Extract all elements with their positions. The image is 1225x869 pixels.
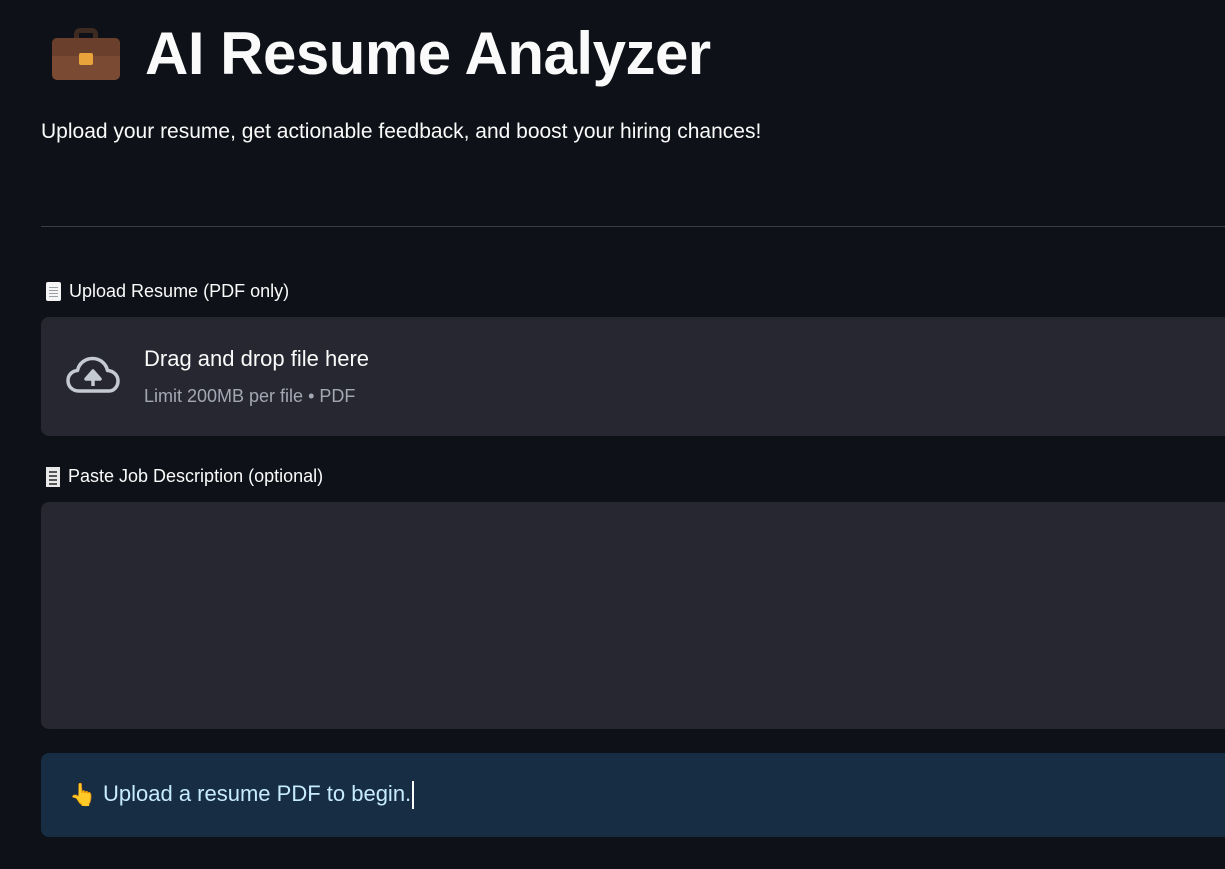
page-title: AI Resume Analyzer [145,20,711,87]
job-description-input[interactable] [41,502,1225,729]
page-icon [46,282,61,301]
job-description-label-text: Paste Job Description (optional) [68,466,324,486]
job-description-label: Paste Job Description (optional) [46,466,323,487]
info-alert: 👆 Upload a resume PDF to begin. [41,753,1225,837]
receipt-icon [46,466,60,487]
upload-label: Upload Resume (PDF only) [46,281,289,302]
divider [41,226,1225,227]
cloud-upload-icon [66,356,120,393]
dropzone-title: Drag and drop file here [144,346,370,371]
briefcase-icon [52,24,120,84]
text-cursor [412,781,415,810]
dropzone-hint: Limit 200MB per file • PDF [144,386,356,406]
page-subtitle: Upload your resume, get actionable feedb… [41,120,762,143]
info-message-text: Upload a resume PDF to begin. [103,780,412,806]
info-message: Upload a resume PDF to begin. [103,780,415,810]
file-dropzone[interactable]: Drag and drop file here Limit 200MB per … [41,317,1225,436]
app-page: AI Resume Analyzer Upload your resume, g… [0,0,1225,869]
title-row: AI Resume Analyzer [52,18,711,90]
pointing-hand-icon: 👆 [69,782,97,807]
upload-label-text: Upload Resume (PDF only) [69,281,290,301]
